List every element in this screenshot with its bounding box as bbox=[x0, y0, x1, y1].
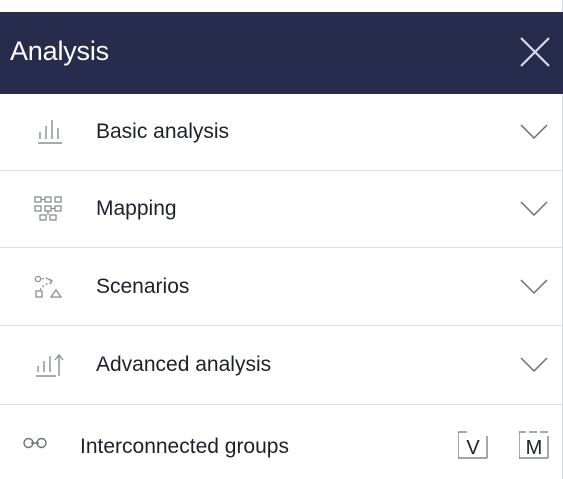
row-mapping[interactable]: Mapping bbox=[0, 171, 563, 248]
row-basic-analysis[interactable]: Basic analysis bbox=[0, 94, 563, 171]
scenario-path-icon bbox=[34, 275, 63, 298]
link-icon bbox=[23, 437, 47, 449]
row-label-scenarios: Scenarios bbox=[96, 275, 190, 298]
panel-title: Analysis bbox=[10, 36, 109, 66]
close-icon bbox=[520, 37, 550, 67]
row-advanced-analysis[interactable]: Advanced analysis bbox=[0, 326, 563, 405]
row-scenarios[interactable]: Scenarios bbox=[0, 248, 563, 326]
bar-chart-arrow-icon bbox=[36, 353, 64, 377]
row-label-basic-analysis: Basic analysis bbox=[96, 120, 230, 143]
m-button-label: M bbox=[526, 437, 543, 459]
grid-map-icon bbox=[34, 196, 62, 221]
chevron-down-icon bbox=[520, 279, 548, 295]
panel-header: Analysis bbox=[0, 12, 563, 94]
row-label-advanced-analysis: Advanced analysis bbox=[96, 353, 272, 376]
m-button[interactable]: M bbox=[519, 431, 549, 459]
v-button[interactable]: V bbox=[458, 431, 488, 459]
v-button-label: V bbox=[466, 437, 480, 459]
chevron-down-icon bbox=[520, 124, 548, 140]
bar-chart-icon bbox=[38, 120, 62, 144]
row-interconnected-groups: Interconnected groups V M bbox=[0, 405, 563, 479]
close-button[interactable] bbox=[517, 34, 553, 70]
chevron-down-icon bbox=[520, 357, 548, 373]
analysis-panel: Analysis Basic analysis Mapping Scenario… bbox=[0, 0, 563, 479]
chevron-down-icon bbox=[520, 201, 548, 217]
row-label-mapping: Mapping bbox=[96, 197, 177, 220]
row-label-interconnected-groups: Interconnected groups bbox=[80, 435, 289, 458]
